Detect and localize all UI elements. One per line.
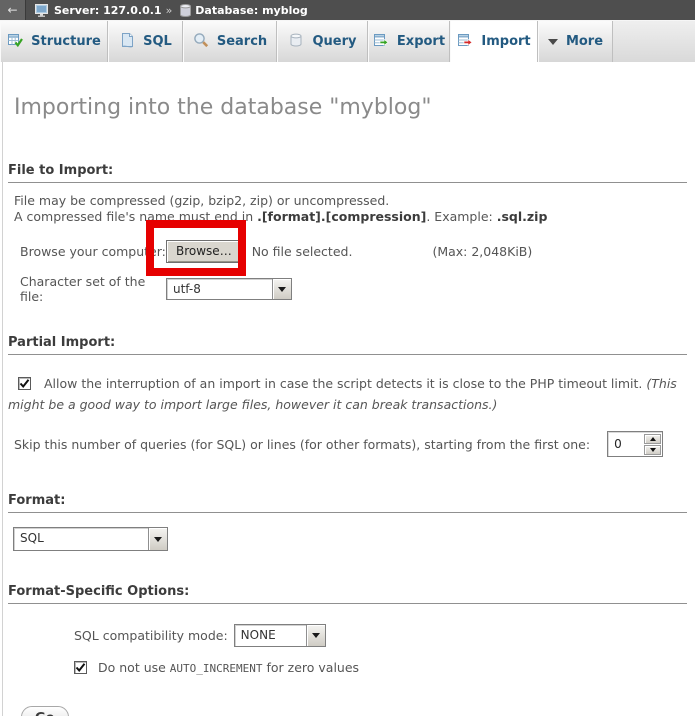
- charset-row: Character set of the file: utf-8: [20, 274, 695, 304]
- browse-row: Browse your computer: Browse… No file se…: [20, 240, 695, 263]
- max-size-note: (Max: 2,048KiB): [432, 244, 532, 259]
- tab-label: Structure: [31, 34, 101, 49]
- tab-query[interactable]: Query: [277, 21, 368, 62]
- skip-queries-stepper[interactable]: 0: [607, 431, 663, 457]
- format-heading: Format:: [8, 493, 687, 513]
- charset-select[interactable]: utf-8: [166, 278, 292, 300]
- stepper-buttons: [644, 432, 662, 456]
- autoinc-checkbox[interactable]: [74, 661, 87, 674]
- sql-icon: [119, 32, 135, 52]
- tab-label: Export: [397, 34, 445, 49]
- sql-compat-select-value: NONE: [235, 625, 306, 646]
- back-button[interactable]: ←: [0, 0, 26, 20]
- back-arrow-icon: ←: [7, 3, 17, 17]
- allow-interruption-row: Allow the interruption of an import in c…: [8, 373, 685, 415]
- tab-more[interactable]: More: [538, 21, 613, 62]
- browse-button[interactable]: Browse…: [166, 240, 242, 263]
- charset-select-arrow[interactable]: [272, 279, 291, 299]
- charset-select-value: utf-8: [167, 279, 272, 299]
- format-select-value: SQL: [14, 528, 148, 550]
- breadcrumb-bar: ← Server: 127.0.0.1 » Database: myblog: [0, 0, 695, 20]
- breadcrumb-database[interactable]: Database: myblog: [195, 4, 307, 17]
- checkmark-icon: [75, 662, 86, 673]
- autoinc-label: Do not use AUTO_INCREMENT for zero value…: [98, 660, 359, 675]
- tab-search[interactable]: Search: [183, 21, 277, 62]
- sql-compat-label: SQL compatibility mode:: [74, 628, 228, 643]
- tab-structure[interactable]: Structure: [0, 21, 108, 62]
- tab-export[interactable]: Export: [368, 21, 450, 62]
- skip-queries-row: Skip this number of queries (for SQL) or…: [14, 431, 695, 457]
- search-icon: [193, 32, 209, 52]
- tab-label: SQL: [143, 34, 172, 49]
- down-arrow-icon: [650, 448, 656, 455]
- breadcrumb-separator: »: [166, 4, 173, 17]
- format-specific-heading: Format-Specific Options:: [8, 584, 687, 604]
- tab-bar: Structure SQL Search: [0, 20, 695, 62]
- breadcrumb-server[interactable]: Server: 127.0.0.1: [54, 4, 162, 17]
- checkmark-icon: [19, 378, 30, 389]
- up-arrow-icon: [650, 434, 656, 441]
- partial-import-heading: Partial Import:: [8, 335, 687, 355]
- chevron-down-icon: [548, 39, 558, 50]
- phpmyadmin-import-page: ← Server: 127.0.0.1 » Database: myblog: [0, 0, 695, 716]
- database-icon: [180, 4, 191, 17]
- stepper-up-button[interactable]: [644, 434, 661, 444]
- stepper-down-button[interactable]: [644, 445, 661, 455]
- no-file-selected-text: No file selected.: [252, 244, 353, 259]
- autoinc-row: Do not use AUTO_INCREMENT for zero value…: [74, 660, 695, 675]
- page-left-border: [2, 62, 3, 716]
- dropdown-arrow-icon: [312, 633, 320, 642]
- sql-compat-select-arrow[interactable]: [306, 625, 325, 646]
- import-icon: [457, 32, 473, 52]
- tabbar-filler: [613, 21, 695, 62]
- export-icon: [373, 32, 389, 52]
- page-title: Importing into the database "myblog": [14, 95, 695, 120]
- tab-label: Import: [481, 34, 530, 49]
- charset-label: Character set of the file:: [20, 274, 166, 304]
- sql-compat-row: SQL compatibility mode: NONE: [74, 624, 695, 647]
- format-select-arrow[interactable]: [148, 528, 167, 550]
- skip-queries-label: Skip this number of queries (for SQL) or…: [14, 437, 590, 452]
- sql-compat-select[interactable]: NONE: [234, 624, 326, 647]
- autoinc-code: AUTO_INCREMENT: [170, 662, 263, 675]
- skip-queries-value: 0: [608, 432, 644, 456]
- go-button[interactable]: Go: [21, 706, 69, 716]
- allow-interruption-checkbox[interactable]: [18, 377, 31, 390]
- structure-icon: [7, 32, 23, 52]
- compression-note: File may be compressed (gzip, bzip2, zip…: [14, 193, 681, 225]
- tab-label: Query: [312, 34, 356, 49]
- tab-import[interactable]: Import: [450, 21, 538, 62]
- tab-label: Search: [217, 34, 267, 49]
- file-to-import-heading: File to Import:: [8, 163, 687, 183]
- browse-label: Browse your computer:: [20, 244, 166, 259]
- tab-sql[interactable]: SQL: [108, 21, 183, 62]
- dropdown-arrow-icon: [154, 537, 162, 546]
- tab-label: More: [566, 34, 603, 49]
- allow-interruption-label: Allow the interruption of an import in c…: [44, 376, 646, 391]
- query-icon: [288, 32, 304, 52]
- dropdown-arrow-icon: [278, 287, 286, 296]
- server-icon: [35, 4, 49, 17]
- format-select[interactable]: SQL: [13, 527, 168, 551]
